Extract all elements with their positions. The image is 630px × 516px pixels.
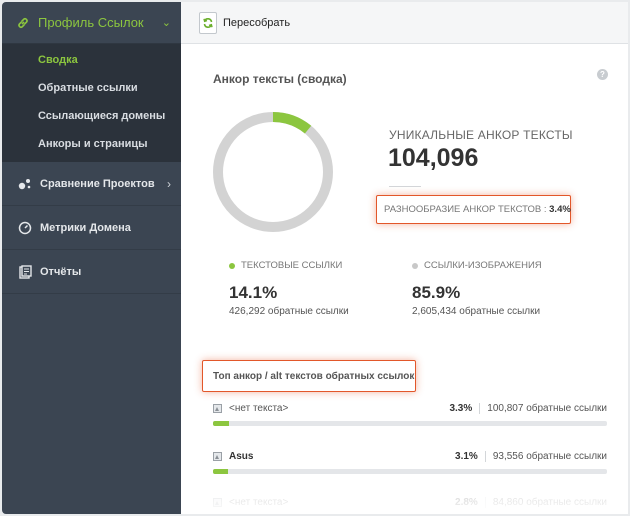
diversity-label: РАЗНООБРАЗИЕ АНКОР ТЕКСТОВ : [384, 204, 547, 215]
main-panel: Пересобрать Анкор тексты (сводка) ? УНИК… [181, 2, 628, 514]
section-title: Анкор тексты (сводка) [213, 72, 347, 86]
image-links-count: 2,605,434 обратные ссылки [412, 306, 541, 317]
link-icon [18, 17, 28, 28]
donut-arc [272, 112, 312, 134]
diversity-donut-chart [213, 112, 333, 232]
nav-link-profile-label: Профиль Ссылок [38, 15, 144, 30]
gauge-icon [18, 221, 32, 234]
image-links-legend: ССЫЛКИ-ИЗОБРАЖЕНИЯ [424, 260, 542, 271]
compare-icon [18, 178, 31, 189]
subnav-item-anchors-pages[interactable]: Анкоры и страницы [2, 130, 181, 158]
diversity-callout: РАЗНООБРАЗИЕ АНКОР ТЕКСТОВ : 3.4% [376, 195, 571, 224]
image-links-pct: 85.9% [412, 283, 461, 302]
help-icon[interactable]: ? [597, 69, 608, 80]
anchor-bar [213, 421, 607, 426]
text-links-dot [229, 262, 235, 269]
donut-track [213, 112, 333, 232]
nav-link-profile[interactable]: Профиль Ссылок ⌄ [2, 2, 181, 44]
anchor-text: <нет текста> [229, 496, 289, 508]
text-links-pct: 14.1% [229, 283, 278, 302]
nav-domain-metrics[interactable]: Метрики Домена [2, 206, 181, 250]
nav-reports-label: Отчёты [40, 265, 82, 278]
diversity-value: 3.4% [549, 204, 571, 215]
subnav-item-backlinks[interactable]: Обратные ссылки [2, 74, 181, 102]
subnav: Сводка Обратные ссылки Ссылающиеся домен… [2, 44, 181, 162]
text-links-legend: ТЕКСТОВЫЕ ССЫЛКИ [241, 260, 343, 271]
anchor-row[interactable]: Asus 3.1% 93,556 обратные ссылки [213, 449, 607, 474]
nav-compare-projects[interactable]: Сравнение Проектов › [2, 162, 181, 206]
image-icon [213, 403, 222, 413]
unique-anchors-value: 104,096 [388, 144, 479, 172]
separator [484, 450, 486, 462]
nav-domain-metrics-label: Метрики Домена [40, 221, 131, 234]
top-anchors-title: Топ анкор / alt текстов обратных ссылок [202, 360, 416, 392]
separator [484, 496, 486, 508]
subnav-item-summary[interactable]: Сводка [2, 46, 181, 74]
sidebar: Профиль Ссылок ⌄ Сводка Обратные ссылки … [2, 2, 181, 514]
anchor-pct: 2.8% [455, 496, 478, 508]
unique-anchors-label: УНИКАЛЬНЫЕ АНКОР ТЕКСТЫ [389, 128, 573, 142]
anchor-text: <нет текста> [229, 402, 289, 414]
separator [479, 402, 481, 414]
anchor-pct: 3.3% [449, 402, 473, 414]
anchor-count: 100,807 обратные ссылки [487, 402, 607, 414]
anchor-row[interactable]: <нет текста> 3.3% 100,807 обратные ссылк… [213, 401, 607, 426]
nav-reports[interactable]: Отчёты [2, 250, 181, 294]
image-links-dot [412, 262, 418, 269]
anchor-bar-fill [213, 469, 228, 474]
image-links-stat: ССЫЛКИ-ИЗОБРАЖЕНИЯ 85.9% 2,605,434 обрат… [412, 260, 542, 317]
chevron-down-icon: ⌄ [161, 17, 171, 29]
anchor-count: 93,556 обратные ссылки [492, 450, 607, 462]
divider [389, 186, 421, 187]
text-links-count: 426,292 обратные ссылки [229, 306, 349, 317]
anchor-count: 84,860 обратные ссылки [492, 496, 607, 508]
text-links-stat: ТЕКСТОВЫЕ ССЫЛКИ 14.1% 426,292 обратные … [229, 260, 349, 317]
anchor-bar [213, 469, 607, 474]
nav-compare-projects-label: Сравнение Проектов [40, 177, 155, 190]
chevron-right-icon: › [167, 176, 171, 191]
image-icon [213, 451, 222, 461]
refresh-document-icon[interactable] [199, 11, 217, 34]
report-icon [19, 264, 32, 279]
toolbar: Пересобрать [181, 2, 628, 44]
rebuild-button[interactable]: Пересобрать [223, 17, 290, 29]
image-icon [213, 497, 222, 507]
anchor-row[interactable]: <нет текста> 2.8% 84,860 обратные ссылки [213, 495, 607, 514]
anchor-text: Asus [229, 450, 254, 462]
anchor-pct: 3.1% [455, 450, 478, 462]
subnav-item-referring-domains[interactable]: Ссылающиеся домены [2, 102, 181, 130]
anchor-bar-fill [213, 421, 229, 426]
